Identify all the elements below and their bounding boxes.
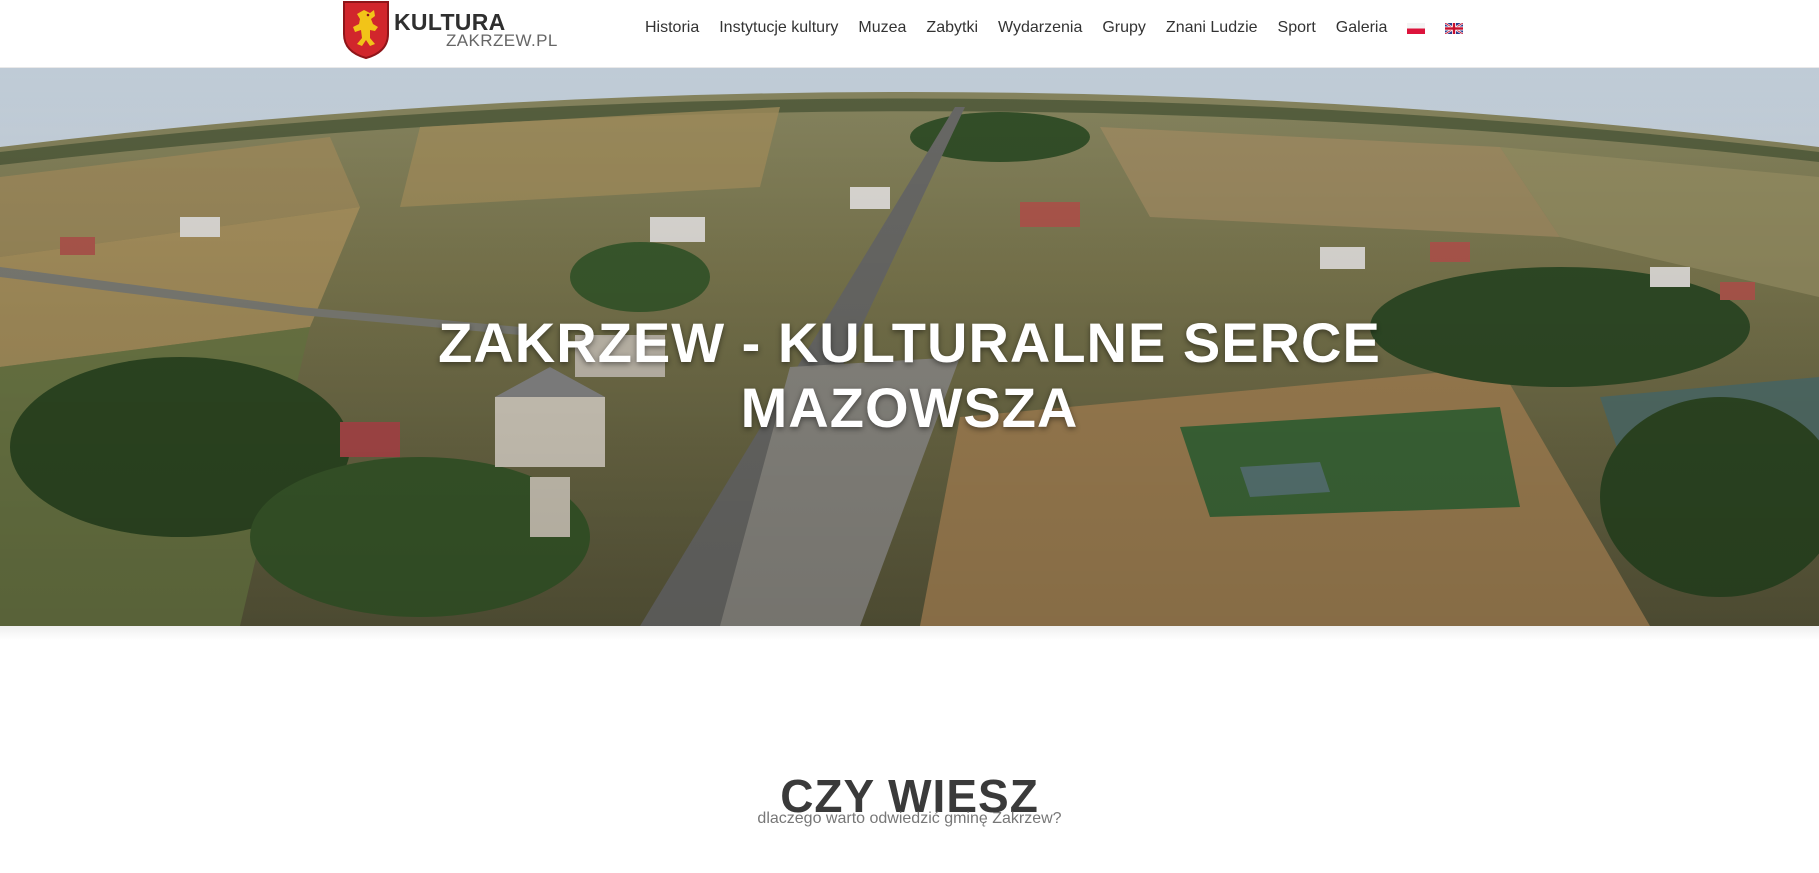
hero-title: ZAKRZEW - KULTURALNE SERCE MAZOWSZA	[380, 310, 1439, 440]
hero-divider	[0, 626, 1819, 640]
nav-item-znani-ludzie[interactable]: Znani Ludzie	[1166, 17, 1258, 39]
nav-item-grupy[interactable]: Grupy	[1102, 17, 1146, 39]
nav-item-sport[interactable]: Sport	[1278, 17, 1316, 39]
coat-of-arms-icon	[342, 0, 390, 60]
section-subtitle: dlaczego warto odwiedzić gminę Zakrzew?	[757, 810, 1062, 827]
nav-item-zabytki[interactable]: Zabytki	[926, 17, 978, 39]
hero-title-line-1: ZAKRZEW - KULTURALNE SERCE	[438, 310, 1381, 374]
site-header: KULTURA ZAKRZEW.PL Historia Instytucje k…	[0, 0, 1819, 68]
nav-item-wydarzenia[interactable]: Wydarzenia	[998, 17, 1082, 39]
nav-item-galeria[interactable]: Galeria	[1336, 17, 1388, 39]
logo-subtitle: ZAKRZEW.PL	[446, 31, 558, 50]
nav-item-muzea[interactable]: Muzea	[858, 17, 906, 39]
nav-item-instytucje-kultury[interactable]: Instytucje kultury	[719, 17, 838, 39]
main-navigation: Historia Instytucje kultury Muzea Zabytk…	[645, 17, 1464, 39]
english-flag-icon[interactable]	[1445, 22, 1464, 34]
hero-banner: ZAKRZEW - KULTURALNE SERCE MAZOWSZA	[0, 67, 1819, 626]
hero-title-line-2: MAZOWSZA	[740, 375, 1079, 439]
nav-item-historia[interactable]: Historia	[645, 17, 699, 39]
polish-flag-icon[interactable]	[1407, 22, 1426, 34]
